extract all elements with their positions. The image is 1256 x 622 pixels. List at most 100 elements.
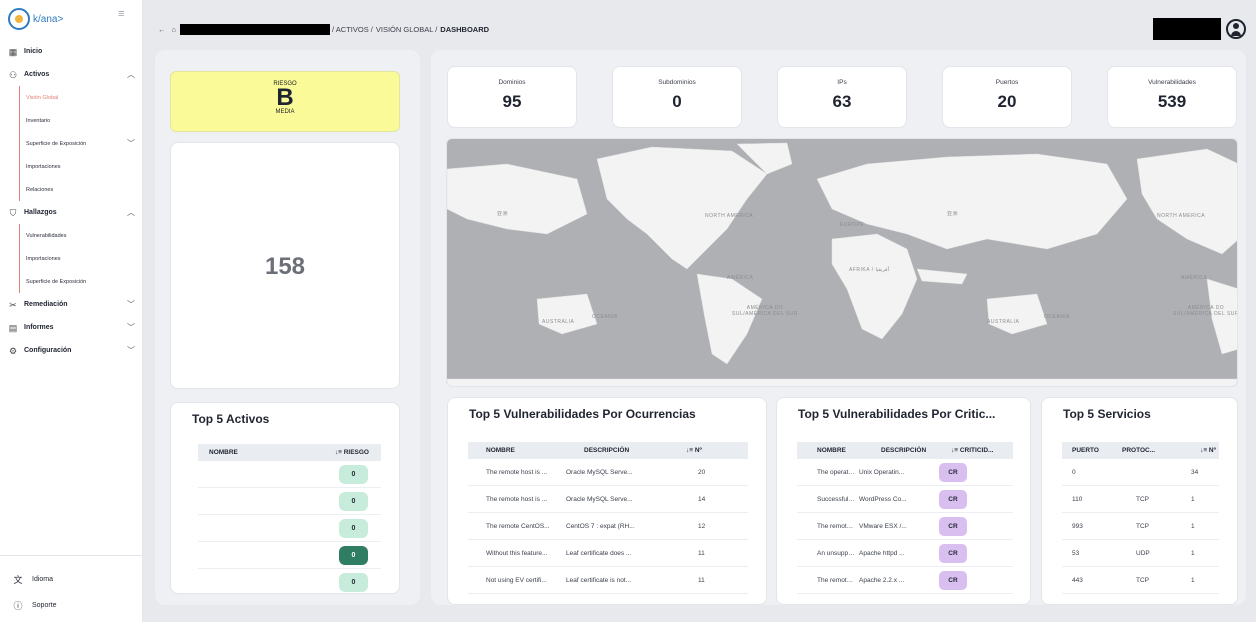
map-label-australia-2: AUSTRALIA <box>987 319 1020 325</box>
world-map[interactable]: NORTH AMERICA EUROPE AFRIKA / أفريقيا AM… <box>446 138 1238 387</box>
vuln-count: 11 <box>698 576 705 584</box>
vuln-name: The remote host is ... <box>486 495 548 503</box>
col-criticidad[interactable]: ↓≡ CRITICID... <box>951 447 1013 454</box>
card-title: Top 5 Servicios <box>1063 407 1151 421</box>
stat-dominios[interactable]: Dominios 95 <box>447 66 577 128</box>
col-nombre[interactable]: NOMBRE <box>797 447 859 454</box>
sidebar-item-importaciones-hallazgos[interactable]: Importaciones <box>20 247 143 270</box>
col-nombre[interactable]: NOMBRE <box>198 449 308 456</box>
breadcrumb: ← ⌂ / ACTIVOS / VISIÓN GLOBAL / DASHBOAR… <box>158 24 489 35</box>
sidebar-item-label: Activos <box>24 71 50 78</box>
table-row[interactable]: 0 <box>198 542 381 569</box>
risk-level: MEDIA <box>275 109 295 115</box>
map-label-na: NORTH AMERICA <box>705 213 754 219</box>
vuln-desc: Unix Operatin... <box>859 468 905 476</box>
table-row[interactable]: The remote ho... VMware ESX /... CR <box>797 513 1013 540</box>
col-riesgo[interactable]: ↓≡ RIESGO <box>308 449 381 456</box>
table-row[interactable]: 0 <box>198 488 381 515</box>
table-row[interactable]: 110 TCP 1 <box>1062 486 1219 513</box>
breadcrumb-dashboard: DASHBOARD <box>440 25 490 34</box>
sidebar-item-vision-global[interactable]: Visión Global <box>20 86 143 109</box>
table-row[interactable]: Without this feature... Leaf certificate… <box>468 540 748 567</box>
sort-icon: ↓≡ <box>686 447 695 454</box>
top5-servicios-card: Top 5 Servicios PUERTO PROTOC... ↓≡ Nº 0… <box>1041 397 1238 605</box>
logo-text: k/ana> <box>33 13 64 25</box>
sidebar-item-label: Visión Global <box>26 94 59 101</box>
table-row[interactable]: 0 <box>198 569 381 596</box>
criticality-badge: CR <box>939 489 967 509</box>
activos-submenu: Visión Global Inventario Superficie de E… <box>19 86 143 201</box>
sidebar-item-vulnerabilidades[interactable]: Vulnerabilidades <box>20 224 143 247</box>
col-numero[interactable]: ↓≡ Nº <box>686 447 748 454</box>
criticality-badge: CR <box>939 570 967 590</box>
table-row[interactable]: Not using EV certifi... Leaf certificate… <box>468 567 748 594</box>
map-label-asia-1: 亚洲 <box>497 211 509 217</box>
service-count: 1 <box>1191 549 1195 557</box>
table-row[interactable]: The remote host is ... Oracle MySQL Serv… <box>468 486 748 513</box>
menu-toggle-icon[interactable]: ≡ <box>118 8 124 20</box>
table-row[interactable]: 53 UDP 1 <box>1062 540 1219 567</box>
service-count: 1 <box>1191 576 1195 584</box>
col-numero[interactable]: ↓≡ Nº <box>1177 447 1219 454</box>
col-descripcion[interactable]: DESCRIPCIÓN <box>859 447 951 454</box>
table-row[interactable]: An unsupport... Apache httpd ... CR <box>797 540 1013 567</box>
col-descripcion[interactable]: DESCRIPCIÓN <box>566 447 686 454</box>
table-row[interactable]: 443 TCP 1 <box>1062 567 1219 594</box>
table-row[interactable]: Successful ex... WordPress Co... CR <box>797 486 1013 513</box>
sidebar-item-label: Relaciones <box>26 186 54 193</box>
col-nombre[interactable]: NOMBRE <box>468 447 566 454</box>
chevron-up-icon: ︿ <box>127 208 135 217</box>
table-row[interactable]: 0 <box>198 515 381 542</box>
breadcrumb-vision-global[interactable]: VISIÓN GLOBAL / <box>376 25 437 34</box>
stat-value: 63 <box>832 92 852 111</box>
criticality-badge: CR <box>939 543 967 563</box>
table-row[interactable]: The operating ... Unix Operatin... CR <box>797 459 1013 486</box>
chevron-down-icon: ﹀ <box>127 323 135 332</box>
sidebar-item-superficie[interactable]: Superficie de Exposición ﹀ <box>20 132 143 155</box>
map-label-na-2: NORTH AMERICA <box>1157 213 1206 219</box>
crit-cell: CR <box>939 570 1013 590</box>
language-button[interactable]: 文 Idioma <box>0 566 143 592</box>
sidebar-item-label: Vulnerabilidades <box>26 232 67 239</box>
vuln-count: 12 <box>698 522 706 530</box>
table-row[interactable]: The remote w... Apache 2.2.x ... CR <box>797 567 1013 594</box>
sidebar-item-configuracion[interactable]: ⚙ Configuración ﹀ <box>0 339 143 362</box>
sidebar-item-remediacion[interactable]: ✂ Remediación ﹀ <box>0 293 143 316</box>
sidebar-item-superficie-hallazgos[interactable]: Superficie de Exposición <box>20 270 143 293</box>
sidebar-item-hallazgos[interactable]: ⛉ Hallazgos ︿ <box>0 201 143 224</box>
service-protocol: TCP <box>1136 495 1149 503</box>
sidebar-item-importaciones[interactable]: Importaciones <box>20 155 143 178</box>
table-row[interactable]: 0 <box>198 461 381 488</box>
stat-vulnerabilidades[interactable]: Vulnerabilidades 539 <box>1107 66 1237 128</box>
map-label-oceania-1: OCEANIA <box>592 314 619 320</box>
crit-cell: CR <box>939 489 1013 509</box>
sidebar-footer: 文 Idioma ⓘ Soporte <box>0 555 143 618</box>
stat-puertos[interactable]: Puertos 20 <box>942 66 1072 128</box>
stat-subdominios[interactable]: Subdominios 0 <box>612 66 742 128</box>
user-avatar-icon[interactable] <box>1226 19 1246 39</box>
table-row[interactable]: 0 34 <box>1062 459 1219 486</box>
vuln-name: Successful ex... <box>817 495 859 503</box>
sidebar-item-inicio[interactable]: ▦ Inicio <box>0 40 143 63</box>
risk-pill: 0 <box>339 518 368 538</box>
sidebar-item-inventario[interactable]: Inventario <box>20 109 143 132</box>
sidebar-item-informes[interactable]: ▤ Informes ﹀ <box>0 316 143 339</box>
table-row[interactable]: 993 TCP 1 <box>1062 513 1219 540</box>
col-puerto[interactable]: PUERTO <box>1062 447 1122 454</box>
card-title: Top 5 Vulnerabilidades Por Critic... <box>798 407 996 421</box>
sidebar-item-activos[interactable]: ⚇ Activos ︿ <box>0 63 143 86</box>
back-arrow-icon[interactable]: ← <box>158 25 166 34</box>
home-icon[interactable]: ⌂ <box>172 25 177 34</box>
sidebar-item-relaciones[interactable]: Relaciones <box>20 178 143 201</box>
stat-ips[interactable]: IPs 63 <box>777 66 907 128</box>
table-row[interactable]: The remote CentOS... CentOS 7 : expat (R… <box>468 513 748 540</box>
table-row[interactable]: The remote host is ... Oracle MySQL Serv… <box>468 459 748 486</box>
support-button[interactable]: ⓘ Soporte <box>0 592 143 618</box>
map-label-sa: AMÉRICA DO SUL/AMÉRICA DEL SUR <box>732 305 798 317</box>
top5-activos-table: NOMBRE ↓≡ RIESGO 0 0 0 0 0 <box>198 434 381 596</box>
breadcrumb-activos[interactable]: / ACTIVOS / <box>332 25 373 34</box>
sidebar-nav: ▦ Inicio ⚇ Activos ︿ Visión Global Inven… <box>0 40 143 362</box>
col-protocolo[interactable]: PROTOC... <box>1122 447 1177 454</box>
app-logo[interactable]: k/ana> <box>8 4 78 34</box>
criticality-badge: CR <box>939 462 967 482</box>
